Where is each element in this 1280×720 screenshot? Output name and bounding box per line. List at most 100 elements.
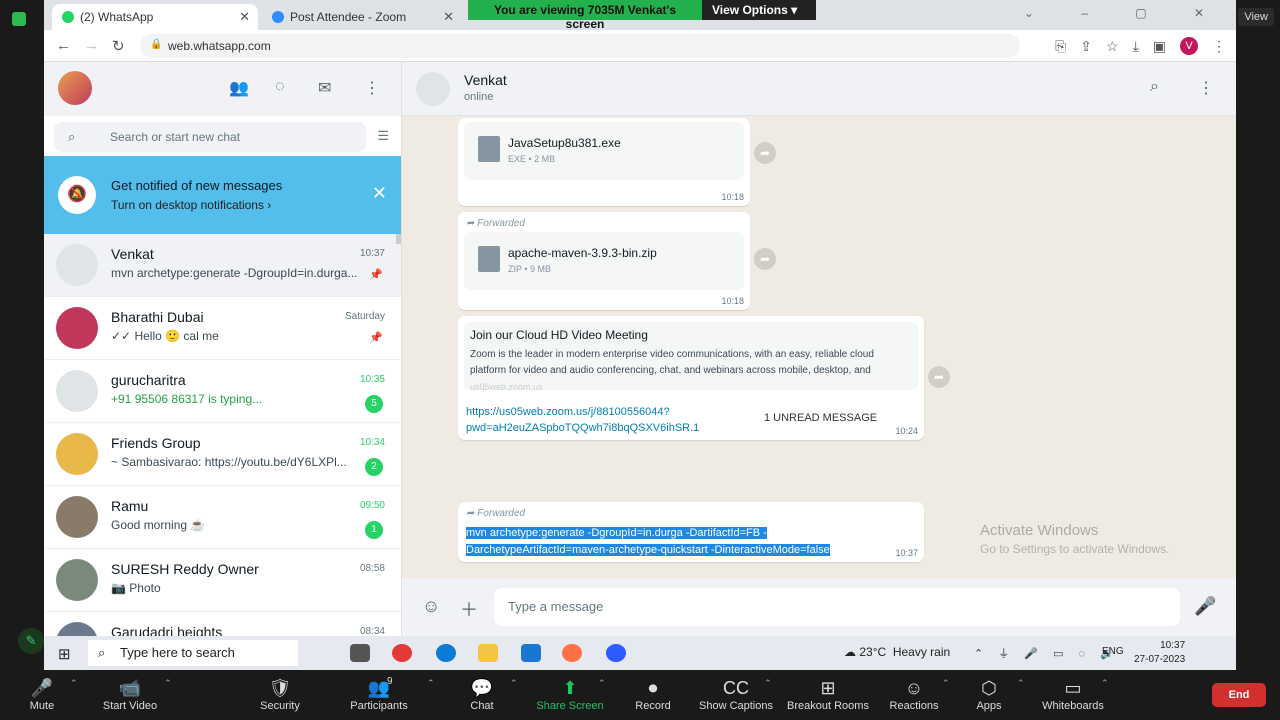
avatar — [56, 496, 98, 538]
reload-icon[interactable]: ↻ — [112, 37, 125, 55]
url-field[interactable]: 🔒 web.whatsapp.com — [140, 34, 1020, 58]
avatar — [56, 559, 98, 601]
lock-icon: 🔒 — [150, 39, 163, 50]
zoom-icon — [272, 11, 284, 23]
edge-icon[interactable] — [436, 644, 456, 662]
file-message[interactable]: JavaSetup8u381.exe EXE • 2 MB 10:18 — [458, 118, 750, 206]
language-indicator[interactable]: ENG — [1102, 646, 1124, 657]
communities-icon[interactable]: 👥 — [229, 78, 249, 98]
conversation-header[interactable]: Venkat online ⌕ ⋮ — [402, 62, 1236, 116]
status-icon[interactable]: ◌ — [275, 78, 285, 96]
download-icon[interactable]: ⤓ — [1133, 38, 1139, 55]
close-icon[interactable]: ✕ — [372, 183, 387, 204]
clock[interactable]: 10:37 27-07-2023 — [1134, 639, 1185, 667]
menu-icon[interactable]: ⋮ — [1198, 78, 1214, 98]
windows-start-icon[interactable]: ⊞ — [58, 645, 71, 663]
search-input[interactable]: ⌕ Search or start new chat — [54, 122, 366, 152]
chrome-icon[interactable] — [392, 644, 412, 662]
chat-time: 10:37 — [359, 248, 385, 259]
selected-command-text[interactable]: mvn archetype:generate -DgroupId=in.durg… — [466, 525, 886, 559]
chat-name: SURESH Reddy Owner — [111, 561, 259, 577]
profile-avatar[interactable]: V — [1180, 37, 1198, 55]
url-text: web.whatsapp.com — [168, 39, 271, 53]
zoom-security-button[interactable]: 🛡 Security — [230, 676, 330, 712]
options-caret-icon[interactable]: ⌃ — [1101, 678, 1109, 689]
taskbar-search[interactable]: ⌕ Type here to search — [88, 640, 298, 666]
chat-item[interactable]: Venkat mvn archetype:generate -DgroupId=i… — [44, 234, 401, 297]
message-input[interactable]: Type a message — [494, 588, 1180, 626]
bell-off-icon: 🔕 — [58, 176, 96, 214]
notify-title: Get notified of new messages — [111, 178, 283, 193]
forwarded-label: ➦ Forwarded — [466, 218, 525, 229]
search-icon[interactable]: ⌕ — [1150, 78, 1159, 96]
chat-item[interactable]: Bharathi Dubai ✓✓ Hello 🙂 cal me Saturday 📌 — [44, 297, 401, 360]
message-time: 10:18 — [721, 296, 744, 306]
share-icon[interactable]: ⇪ — [1080, 38, 1092, 55]
conversation-panel: Venkat online ⌕ ⋮ JavaSetup8u381.exe EXE… — [402, 62, 1236, 636]
options-caret-icon[interactable]: ⌃ — [510, 678, 518, 689]
emoji-icon[interactable]: ☺ — [422, 596, 440, 617]
security-shield-icon — [12, 12, 26, 26]
options-caret-icon[interactable]: ⌃ — [70, 678, 78, 689]
notification-banner[interactable]: 🔕 Get notified of new messages Turn on d… — [44, 156, 401, 234]
zoom-mute-button[interactable]: 🎤 Mute — [0, 676, 92, 712]
link-preview[interactable]: Join our Cloud HD Video Meeting Zoom is … — [464, 322, 918, 392]
filter-icon[interactable]: ☰ — [377, 128, 389, 144]
contact-avatar[interactable] — [416, 72, 450, 106]
zoom-taskbar-icon[interactable] — [606, 644, 626, 662]
chat-item[interactable]: Ramu Good morning ☕ 09:50 1 — [44, 486, 401, 549]
task-view-icon[interactable] — [350, 644, 370, 662]
install-icon[interactable]: ⎘ — [1055, 38, 1066, 55]
chat-name: Ramu — [111, 498, 149, 514]
tab-zoom[interactable]: Post Attendee - Zoom ✕ — [262, 4, 462, 30]
meeting-link[interactable]: https://us05web.zoom.us/j/88100556044? pw… — [466, 404, 699, 436]
scrollbar[interactable] — [396, 234, 401, 244]
forward-icon[interactable]: ➦ — [928, 366, 950, 388]
code-message[interactable]: ➦ Forwarded mvn archetype:generate -Dgro… — [458, 502, 924, 562]
menu-kebab-icon[interactable]: ⋮ — [1212, 38, 1226, 55]
chat-item[interactable]: Friends Group ~ Sambasivarao: https://you… — [44, 423, 401, 486]
side-panel-icon[interactable]: ▣ — [1153, 38, 1166, 55]
window-controls[interactable]: ⌄ – ▢ ✕ — [1024, 6, 1226, 20]
zoom-button-label: Mute — [29, 700, 55, 712]
microphone-icon[interactable]: 🎤 — [1194, 596, 1216, 617]
forward-icon[interactable]: ➦ — [754, 248, 776, 270]
options-caret-icon[interactable]: ⌃ — [764, 678, 772, 689]
options-caret-icon[interactable]: ⌃ — [164, 678, 172, 689]
notify-subtitle[interactable]: Turn on desktop notifications › — [111, 198, 271, 212]
message-time: 10:18 — [721, 192, 744, 202]
weather-widget[interactable]: ☁ 23°C Heavy rain — [844, 645, 950, 659]
chat-time: 09:50 — [359, 500, 385, 511]
chat-item[interactable]: SURESH Reddy Owner 📷 Photo 08:58 — [44, 549, 401, 612]
attach-plus-icon[interactable]: ＋ — [460, 596, 478, 622]
chat-name: gurucharitra — [111, 372, 186, 388]
annotate-pencil-icon[interactable]: ✎ — [18, 628, 44, 654]
message-time: 10:24 — [895, 426, 918, 436]
new-chat-icon[interactable]: ✉ — [318, 78, 331, 98]
end-meeting-button[interactable]: End — [1212, 683, 1266, 707]
tab-whatsapp[interactable]: (2) WhatsApp ✕ — [52, 4, 258, 30]
activate-windows-hint: Go to Settings to activate Windows. — [980, 542, 1170, 556]
message-time: 10:37 — [895, 548, 918, 558]
mail-icon[interactable] — [521, 644, 541, 662]
zoom-toolbar: End 🎤 Mute ⌃ 📹 Start Video ⌃ 🛡 Security 👥 9 Partic… — [0, 670, 1280, 720]
system-tray-icons[interactable]: ⌃ ⏚ 🎤 ▭ ◌ 🔊 — [974, 645, 1120, 661]
close-tab-icon[interactable]: ✕ — [443, 9, 454, 25]
bookmark-star-icon[interactable]: ☆ — [1106, 38, 1119, 55]
close-tab-icon[interactable]: ✕ — [239, 9, 250, 25]
view-button[interactable]: View — [1238, 8, 1274, 26]
my-avatar[interactable] — [58, 71, 92, 105]
file-attachment[interactable]: JavaSetup8u381.exe EXE • 2 MB — [464, 122, 744, 180]
zoom-breakout-rooms-button[interactable]: ⊞ Breakout Rooms — [778, 676, 878, 712]
forward-icon[interactable]: → — [84, 37, 99, 54]
forward-icon[interactable]: ➦ — [754, 142, 776, 164]
file-attachment[interactable]: apache-maven-3.9.3-bin.zip ZIP • 9 MB — [464, 232, 744, 290]
back-icon[interactable]: ← — [56, 37, 71, 54]
view-options-button[interactable]: View Options ▾ — [702, 0, 816, 20]
file-explorer-icon[interactable] — [478, 644, 498, 662]
zoom-participants-button[interactable]: 👥 9 Participants — [329, 676, 429, 712]
menu-icon[interactable]: ⋮ — [364, 78, 380, 98]
firefox-icon[interactable] — [562, 644, 582, 662]
file-message[interactable]: ➦ Forwarded apache-maven-3.9.3-bin.zip Z… — [458, 212, 750, 310]
chat-item[interactable]: gurucharitra +91 95506 86317 is typing...… — [44, 360, 401, 423]
